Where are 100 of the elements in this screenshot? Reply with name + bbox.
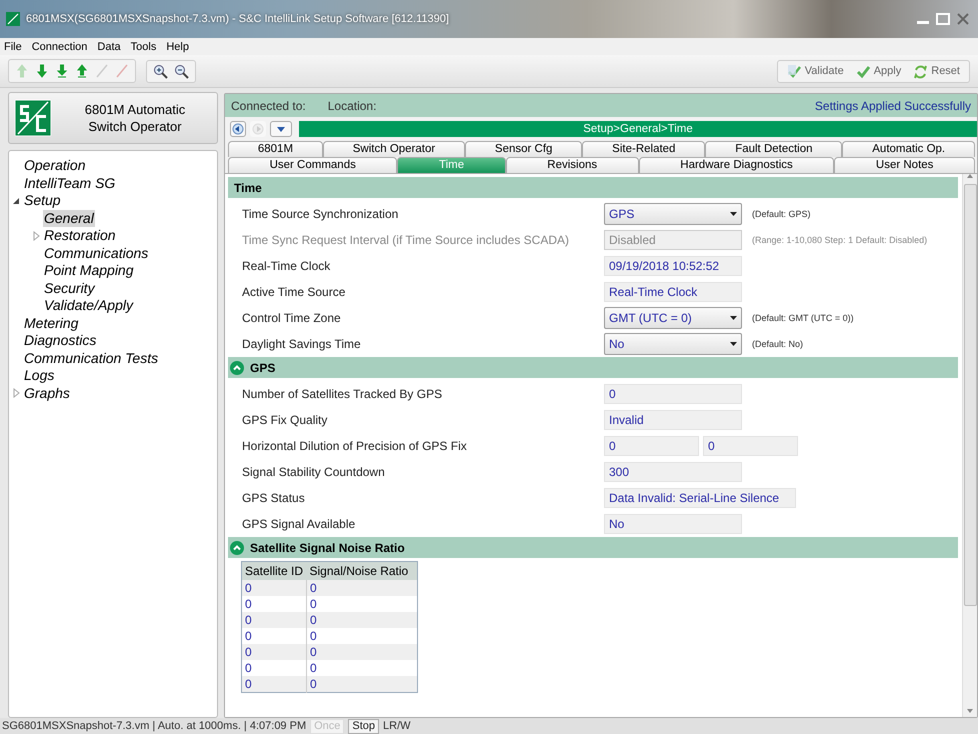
column-header: Satellite ID xyxy=(242,562,306,580)
value-field: 0 xyxy=(604,384,742,404)
value-field: 300 xyxy=(604,462,742,482)
scroll-thumb[interactable] xyxy=(964,184,976,606)
download-icon[interactable] xyxy=(35,63,49,79)
menu-item[interactable]: Tools xyxy=(130,40,156,52)
menu-item[interactable]: Connection xyxy=(32,40,88,52)
toolbar-button[interactable]: Reset xyxy=(910,64,963,78)
tab[interactable]: Fault Detection xyxy=(705,141,842,157)
section-title: GPS xyxy=(250,360,276,374)
tab[interactable]: Sensor Cfg xyxy=(465,141,582,157)
column-header: Signal/Noise Ratio xyxy=(306,562,418,580)
tree-item[interactable]: Setup xyxy=(23,192,62,210)
download-icon[interactable] xyxy=(55,63,69,79)
table-cell: 0 xyxy=(242,580,306,596)
value-field: 0 xyxy=(703,436,798,456)
value-field: Invalid xyxy=(604,410,742,430)
table-cell: 0 xyxy=(306,676,418,692)
table-cell: 0 xyxy=(306,580,418,596)
tree-item[interactable]: Metering xyxy=(23,314,80,332)
caret-icon xyxy=(730,316,737,320)
expand-icon[interactable] xyxy=(31,230,41,241)
breadcrumb-bar: Setup>General>Time xyxy=(299,121,977,137)
tree-item[interactable]: Restoration xyxy=(43,227,117,244)
dropdown[interactable]: GMT (UTC = 0) xyxy=(604,307,742,329)
tree-item[interactable]: Diagnostics xyxy=(23,332,98,350)
dropdown[interactable]: GPS xyxy=(604,203,742,225)
refresh-icon xyxy=(913,64,928,78)
table-cell: 0 xyxy=(242,628,306,644)
field-label: Signal Stability Countdown xyxy=(242,465,386,479)
tree-item[interactable]: IntelliTeam SG xyxy=(23,174,116,192)
dropdown-button[interactable] xyxy=(270,121,292,137)
tree-item[interactable]: Security xyxy=(43,280,96,297)
dropdown[interactable]: No xyxy=(604,333,742,355)
caret-icon xyxy=(730,212,737,216)
table-cell: 0 xyxy=(306,644,418,660)
field-label: Time Source Synchronization xyxy=(242,207,400,221)
field-label: Horizontal Dilution of Precision of GPS Fix xyxy=(242,439,468,453)
status-message: Settings Applied Successfully xyxy=(814,98,971,112)
value-field: 09/19/2018 10:52:52 xyxy=(604,256,742,276)
value-field: Disabled xyxy=(604,230,742,250)
value-field: 0 xyxy=(604,436,699,456)
menu-item[interactable]: File xyxy=(4,40,22,52)
default-note: (Default: GPS) xyxy=(752,209,811,219)
caret-icon xyxy=(276,126,286,132)
checkmark-icon xyxy=(856,64,871,78)
field-label: Number of Satellites Tracked By GPS xyxy=(242,387,444,401)
table-cell: 0 xyxy=(242,596,306,612)
zoom-in-icon[interactable] xyxy=(153,64,168,78)
upload-icon[interactable] xyxy=(75,63,89,79)
tab[interactable]: Revisions xyxy=(506,157,639,173)
table-cell: 0 xyxy=(242,644,306,660)
field-label: Daylight Savings Time xyxy=(242,337,362,351)
tab[interactable]: 6801M xyxy=(228,141,323,157)
tree-item[interactable]: Communication Tests xyxy=(23,350,160,367)
tree-item[interactable]: Graphs xyxy=(23,384,71,402)
company-logo-icon xyxy=(15,100,51,136)
menu-item[interactable]: Help xyxy=(166,40,189,52)
field-label: GPS Fix Quality xyxy=(242,413,328,427)
tab[interactable]: Site-Related xyxy=(582,141,706,157)
back-button[interactable] xyxy=(230,121,246,137)
status-text: SG6801MSXSnapshot-7.3.vm | Auto. at 1000ms. | 4:07:09 PM xyxy=(2,720,306,732)
scrollbar[interactable] xyxy=(962,174,977,717)
toolbar-button[interactable]: Apply xyxy=(852,64,904,78)
zoom-out-icon[interactable] xyxy=(174,64,189,78)
tab[interactable]: User Notes xyxy=(834,157,976,173)
access-mode: LR/W xyxy=(383,720,411,732)
validate-icon xyxy=(786,64,802,78)
toolbar-button[interactable]: Validate xyxy=(784,64,847,78)
field-label: Control Time Zone xyxy=(242,311,342,325)
device-name: 6801M Automatic Switch Operator xyxy=(84,101,186,135)
default-note: (Default: GMT (UTC = 0)) xyxy=(752,313,854,323)
collapse-icon[interactable] xyxy=(11,196,21,206)
tree-item[interactable]: Operation xyxy=(23,157,86,174)
field-label: Real-Time Clock xyxy=(242,259,332,273)
back-icon xyxy=(232,123,244,135)
caret-icon xyxy=(730,342,737,346)
table-cell: 0 xyxy=(242,660,306,676)
menu-item[interactable]: Data xyxy=(97,40,121,52)
location-label: Location: xyxy=(328,98,376,112)
tab[interactable]: Hardware Diagnostics xyxy=(638,157,834,173)
tab[interactable]: Automatic Op. xyxy=(842,141,975,157)
field-label: GPS Status xyxy=(242,491,306,505)
default-note: (Range: 1-10,080 Step: 1 Default: Disabled) xyxy=(752,235,928,245)
tree-item[interactable]: Point Mapping xyxy=(43,262,135,280)
tree-item[interactable]: General xyxy=(43,210,95,227)
section-title: Time xyxy=(234,180,262,194)
tab[interactable]: Switch Operator xyxy=(322,141,466,157)
pencil-icon[interactable] xyxy=(115,63,129,79)
tab[interactable]: User Commands xyxy=(228,157,398,173)
tree-item[interactable]: Validate/Apply xyxy=(43,297,134,314)
maximize-icon[interactable] xyxy=(934,11,952,27)
forward-icon xyxy=(252,123,264,135)
tree-item[interactable]: Logs xyxy=(23,367,56,384)
field-label: Time Sync Request Interval (if Time Source includes SCADA) xyxy=(242,233,570,247)
value-field: Data Invalid: Serial-Line Silence xyxy=(604,488,796,508)
status-button[interactable]: Stop xyxy=(348,718,380,734)
expand-icon[interactable] xyxy=(11,388,21,398)
field-label: Active Time Source xyxy=(242,285,346,299)
tree-item[interactable]: Communications xyxy=(43,244,150,262)
